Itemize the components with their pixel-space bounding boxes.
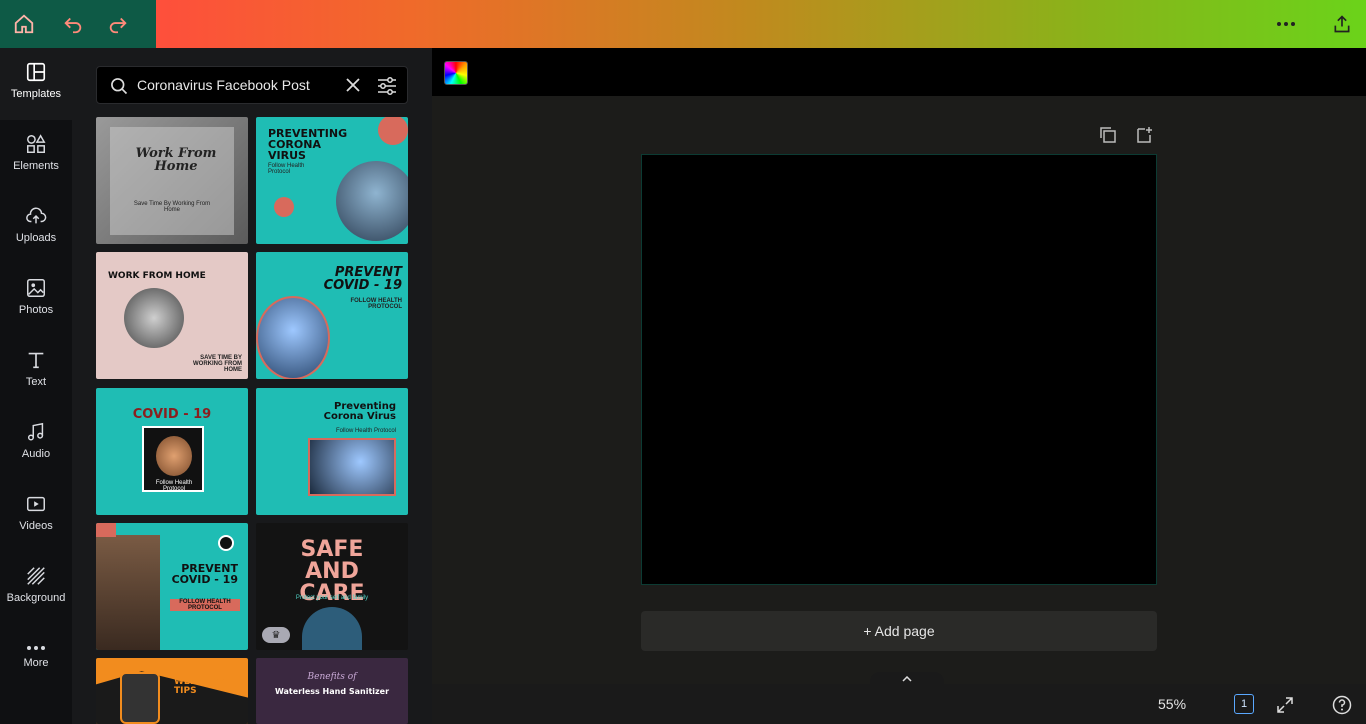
person-photo xyxy=(308,438,396,496)
rail-item-more[interactable]: More xyxy=(0,624,72,688)
add-page-label: + Add page xyxy=(863,623,935,639)
rail-item-background[interactable]: Background xyxy=(0,552,72,616)
template-subtitle: FOLLOW HEALTH PROTOCOL xyxy=(170,599,240,611)
layout-icon xyxy=(26,62,46,81)
page-count-button[interactable]: 1 xyxy=(1234,694,1254,714)
template-subtitle: FOLLOW HEALTH PROTOCOL xyxy=(350,298,402,310)
image-icon xyxy=(27,278,45,297)
template-thumbnail[interactable]: PREVENT COVID - 19 FOLLOW HEALTH PROTOCO… xyxy=(96,523,248,650)
rail-label: Background xyxy=(6,591,66,604)
people-photo xyxy=(302,607,362,650)
template-thumbnail[interactable]: PREVENTING CORONA VIRUS Follow Health Pr… xyxy=(256,117,408,244)
no-sign-icon xyxy=(218,535,234,551)
rail-item-photos[interactable]: Photos xyxy=(0,264,72,328)
template-thumbnail[interactable]: SAFE AND CARE Protect your self and fami… xyxy=(256,523,408,650)
text-icon xyxy=(28,352,44,368)
context-toolbar xyxy=(432,48,1366,96)
pattern-icon xyxy=(27,566,45,585)
virus-graphic xyxy=(274,197,294,217)
rail-label: More xyxy=(23,656,49,669)
search-icon xyxy=(109,76,129,101)
template-title: Preventing Corona Virus xyxy=(323,401,396,422)
template-thumbnail[interactable]: WELLNESS TIPS xyxy=(96,658,248,724)
redo-icon[interactable] xyxy=(103,9,133,39)
zoom-level[interactable]: 55% xyxy=(1158,696,1186,712)
template-thumbnail[interactable]: Work From Home Save Time By Working From… xyxy=(96,117,248,244)
template-title: PREVENT COVID - 19 xyxy=(323,265,402,293)
template-title: WORK FROM HOME xyxy=(108,271,206,281)
rail-label: Elements xyxy=(13,159,59,172)
chevron-up-icon xyxy=(902,676,912,682)
shapes-icon xyxy=(27,133,46,153)
share-icon[interactable] xyxy=(1327,9,1357,39)
template-subtitle: Protect your self and family xyxy=(295,595,369,601)
template-thumbnail[interactable]: Preventing Corona Virus Follow Health Pr… xyxy=(256,388,408,515)
template-subtitle: SAVE TIME BY WORKING FROM HOME xyxy=(193,355,242,373)
search-input[interactable] xyxy=(137,74,327,96)
cloud-upload-icon xyxy=(26,206,47,223)
template-thumbnail[interactable]: Benefits of Waterless Hand Sanitizer xyxy=(256,658,408,724)
add-page-icon[interactable] xyxy=(1133,124,1155,146)
video-icon xyxy=(27,496,45,511)
rail-label: Uploads xyxy=(15,231,57,244)
rail-item-audio[interactable]: Audio xyxy=(0,408,72,472)
template-card xyxy=(110,127,234,235)
template-title: Waterless Hand Sanitizer xyxy=(274,687,390,696)
duplicate-page-icon[interactable] xyxy=(1097,124,1119,146)
search-box xyxy=(96,66,408,104)
design-page[interactable] xyxy=(641,154,1157,585)
template-title: PREVENTING CORONA VIRUS xyxy=(268,127,348,162)
rail-item-videos[interactable]: Videos xyxy=(0,480,72,544)
person-photo xyxy=(96,535,160,650)
template-title: WELLNESS TIPS xyxy=(174,677,228,696)
template-thumbnail[interactable]: PREVENT COVID - 19 FOLLOW HEALTH PROTOCO… xyxy=(256,252,408,379)
add-page-button[interactable]: + Add page xyxy=(641,611,1157,651)
home-icon[interactable] xyxy=(9,9,39,39)
help-icon[interactable] xyxy=(1330,693,1354,717)
virus-graphic xyxy=(378,117,408,145)
person-photo xyxy=(256,296,330,379)
phone-graphic xyxy=(120,672,160,724)
template-thumbnail[interactable]: COVID - 19 Follow Health Protocol xyxy=(96,388,248,515)
template-title: PREVENT COVID - 19 xyxy=(171,562,238,586)
rail-item-elements[interactable]: Elements xyxy=(0,120,72,184)
more-icon xyxy=(27,645,45,650)
person-photo xyxy=(156,436,192,476)
template-thumbnail[interactable]: WORK FROM HOME SAVE TIME BY WORKING FROM… xyxy=(96,252,248,379)
top-bar xyxy=(0,0,1366,48)
filter-icon[interactable] xyxy=(377,77,397,100)
premium-crown-icon: ♛ xyxy=(262,627,290,643)
rail-label: Audio xyxy=(21,447,51,460)
rail-label: Videos xyxy=(19,519,53,532)
rail-label: Text xyxy=(25,375,47,388)
template-subtitle: Follow Health Protocol xyxy=(155,480,193,492)
rail-label: Templates xyxy=(10,87,62,100)
laptop-photo xyxy=(124,288,184,348)
rail-item-templates[interactable]: Templates xyxy=(0,48,72,112)
footer-bar xyxy=(432,684,1366,724)
template-subtitle: Save Time By Working From Home xyxy=(133,201,211,213)
template-title: COVID - 19 xyxy=(132,407,212,422)
template-subtitle: Follow Health Protocol xyxy=(335,428,396,434)
person-photo xyxy=(336,161,408,241)
fullscreen-icon[interactable] xyxy=(1274,694,1296,716)
music-icon xyxy=(27,422,44,441)
clear-search-icon[interactable] xyxy=(345,77,361,98)
accent-block xyxy=(96,523,116,537)
rail-item-text[interactable]: Text xyxy=(0,336,72,400)
rail-item-uploads[interactable]: Uploads xyxy=(0,192,72,256)
side-rail: Templates Elements Uploads Photos Text A… xyxy=(0,48,72,724)
template-subtitle: Follow Health Protocol xyxy=(268,163,305,175)
rail-label: Photos xyxy=(18,303,54,316)
color-picker-swatch[interactable] xyxy=(444,61,468,85)
more-horizontal-icon[interactable] xyxy=(1271,9,1301,39)
template-title: Work From Home xyxy=(135,146,217,174)
template-subtitle: Benefits of xyxy=(307,672,357,682)
show-pages-toggle[interactable] xyxy=(870,672,944,686)
undo-icon[interactable] xyxy=(58,9,88,39)
